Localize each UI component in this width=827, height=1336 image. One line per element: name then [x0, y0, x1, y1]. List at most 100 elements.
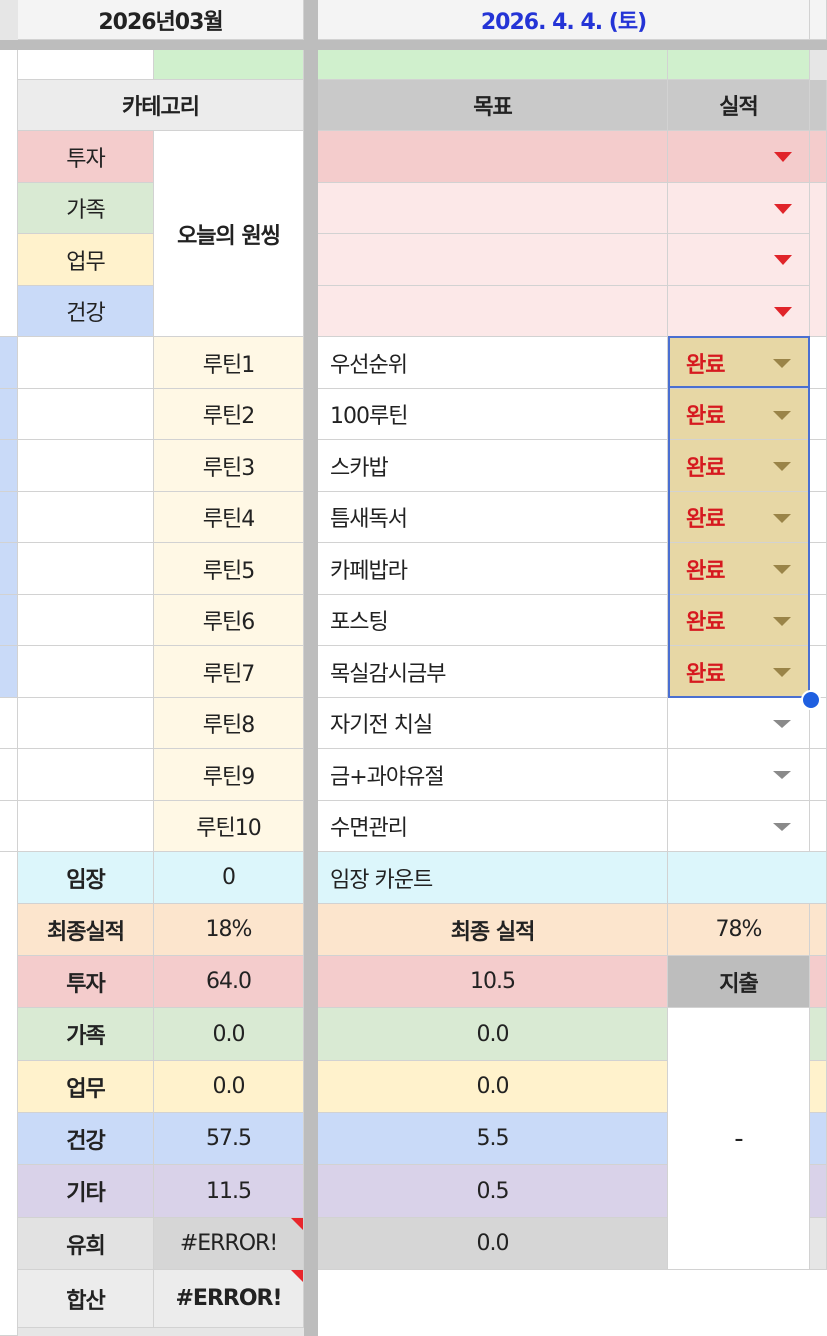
spend-edge-cell[interactable] — [810, 956, 827, 1008]
one-thing-result-cell[interactable] — [668, 131, 810, 183]
active-cell-outline[interactable] — [668, 336, 810, 388]
routine-edge-cell[interactable] — [810, 801, 827, 852]
sum-label[interactable]: 합산 — [18, 1270, 154, 1328]
dropdown-arrow-icon[interactable] — [774, 307, 792, 317]
routine-category-cell[interactable] — [18, 698, 154, 749]
routine-label-cell[interactable]: 루틴1 — [154, 337, 304, 389]
result-header-edge[interactable] — [810, 80, 827, 131]
month-header-cell[interactable]: 2026년03월 — [18, 0, 304, 40]
header-edge-cell[interactable] — [810, 0, 827, 40]
one-thing-result-cell[interactable] — [668, 286, 810, 337]
dropdown-arrow-icon[interactable] — [774, 255, 792, 265]
spend-edge-cell[interactable] — [810, 1113, 827, 1165]
routine-category-cell[interactable] — [18, 595, 154, 646]
routine-leftmost-cell[interactable] — [0, 646, 18, 698]
routine-result-cell[interactable] — [668, 749, 810, 801]
category-cell[interactable]: 투자 — [18, 131, 154, 183]
routine-goal-cell[interactable]: 목실감시금부 — [318, 646, 668, 698]
routine-category-cell[interactable] — [18, 801, 154, 852]
spend-total-value[interactable]: 11.5 — [154, 1165, 304, 1218]
spend-edge-cell[interactable] — [810, 1008, 827, 1061]
routine-label-cell[interactable]: 루틴9 — [154, 749, 304, 801]
spend-daily-value[interactable]: 0.0 — [318, 1218, 668, 1270]
spend-category-label[interactable]: 건강 — [18, 1113, 154, 1165]
cut-row-cell[interactable] — [318, 50, 668, 80]
category-cell[interactable]: 건강 — [18, 286, 154, 337]
routine-leftmost-cell[interactable] — [0, 595, 18, 646]
imjang-value[interactable]: 0 — [154, 852, 304, 904]
routine-leftmost-cell[interactable] — [0, 492, 18, 543]
date-header-cell[interactable]: 2026. 4. 4. (토) — [318, 0, 810, 40]
category-cell[interactable]: 가족 — [18, 183, 154, 234]
routine-leftmost-cell[interactable] — [0, 698, 18, 749]
spend-edge-cell[interactable] — [810, 1061, 827, 1113]
final-value-2[interactable]: 78% — [668, 904, 810, 956]
category-header[interactable]: 카테고리 — [18, 80, 304, 131]
spend-category-label[interactable]: 기타 — [18, 1165, 154, 1218]
routine-leftmost-cell[interactable] — [0, 543, 18, 595]
routine-edge-cell[interactable] — [810, 440, 827, 492]
spend-daily-value[interactable]: 0.0 — [318, 1061, 668, 1113]
spend-category-label[interactable]: 가족 — [18, 1008, 154, 1061]
routine-goal-cell[interactable]: 수면관리 — [318, 801, 668, 852]
routine-result-cell[interactable] — [668, 801, 810, 852]
fill-handle-icon[interactable] — [801, 690, 821, 710]
dropdown-arrow-icon[interactable] — [774, 204, 792, 214]
left-edge-strip[interactable] — [0, 852, 18, 1336]
spend-total-value[interactable]: 64.0 — [154, 956, 304, 1008]
cut-row-cell[interactable] — [154, 50, 304, 80]
one-thing-goal-cell[interactable] — [318, 131, 668, 183]
edge-cell[interactable] — [810, 131, 827, 183]
routine-goal-cell[interactable]: 카페밥라 — [318, 543, 668, 595]
routine-goal-cell[interactable]: 금+과야유절 — [318, 749, 668, 801]
spend-merged-cell[interactable]: - — [668, 1008, 810, 1270]
spend-category-label[interactable]: 유희 — [18, 1218, 154, 1270]
spend-daily-value[interactable]: 0.0 — [318, 1008, 668, 1061]
spend-category-label[interactable]: 업무 — [18, 1061, 154, 1113]
spend-total-value[interactable]: 57.5 — [154, 1113, 304, 1165]
routine-leftmost-cell[interactable] — [0, 801, 18, 852]
dropdown-arrow-icon[interactable] — [773, 720, 791, 728]
spend-total-value[interactable]: 0.0 — [154, 1008, 304, 1061]
routine-label-cell[interactable]: 루틴7 — [154, 646, 304, 698]
spend-daily-value[interactable]: 10.5 — [318, 956, 668, 1008]
final-label-2[interactable]: 최종 실적 — [318, 904, 668, 956]
error-flag-icon[interactable] — [291, 1218, 303, 1230]
routine-edge-cell[interactable] — [810, 543, 827, 595]
routine-result-cell[interactable] — [668, 698, 810, 749]
routine-category-cell[interactable] — [18, 440, 154, 492]
category-cell[interactable]: 업무 — [18, 234, 154, 286]
goal-header[interactable]: 목표 — [318, 80, 668, 131]
routine-label-cell[interactable]: 루틴6 — [154, 595, 304, 646]
routine-edge-cell[interactable] — [810, 492, 827, 543]
one-thing-result-cell[interactable] — [668, 183, 810, 234]
error-flag-icon[interactable] — [291, 1270, 303, 1282]
routine-label-cell[interactable]: 루틴4 — [154, 492, 304, 543]
left-edge-strip[interactable] — [0, 50, 18, 337]
routine-label-cell[interactable]: 루틴2 — [154, 389, 304, 440]
routine-edge-cell[interactable] — [810, 595, 827, 646]
routine-goal-cell[interactable]: 틈새독서 — [318, 492, 668, 543]
sum-value[interactable]: #ERROR! — [154, 1270, 304, 1328]
spend-total-value[interactable]: 0.0 — [154, 1061, 304, 1113]
selection-range[interactable] — [668, 336, 810, 698]
routine-category-cell[interactable] — [18, 543, 154, 595]
routine-leftmost-cell[interactable] — [0, 337, 18, 389]
spend-edge-cell[interactable] — [810, 1218, 827, 1270]
routine-leftmost-cell[interactable] — [0, 440, 18, 492]
result-header[interactable]: 실적 — [668, 80, 810, 131]
one-thing-goal-cell[interactable] — [318, 234, 668, 286]
one-thing-result-cell[interactable] — [668, 234, 810, 286]
one-thing-goal-cell[interactable] — [318, 183, 668, 234]
spend-category-label[interactable]: 투자 — [18, 956, 154, 1008]
final-value[interactable]: 18% — [154, 904, 304, 956]
routine-category-cell[interactable] — [18, 389, 154, 440]
edge-cell[interactable] — [810, 183, 827, 337]
cut-row-cell[interactable] — [668, 50, 810, 80]
frozen-row-divider[interactable] — [0, 40, 827, 50]
spend-header[interactable]: 지출 — [668, 956, 810, 1008]
routine-category-cell[interactable] — [18, 646, 154, 698]
blank-area[interactable] — [318, 1270, 827, 1336]
imjang-result[interactable] — [668, 852, 827, 904]
edge-cell[interactable] — [810, 904, 827, 956]
